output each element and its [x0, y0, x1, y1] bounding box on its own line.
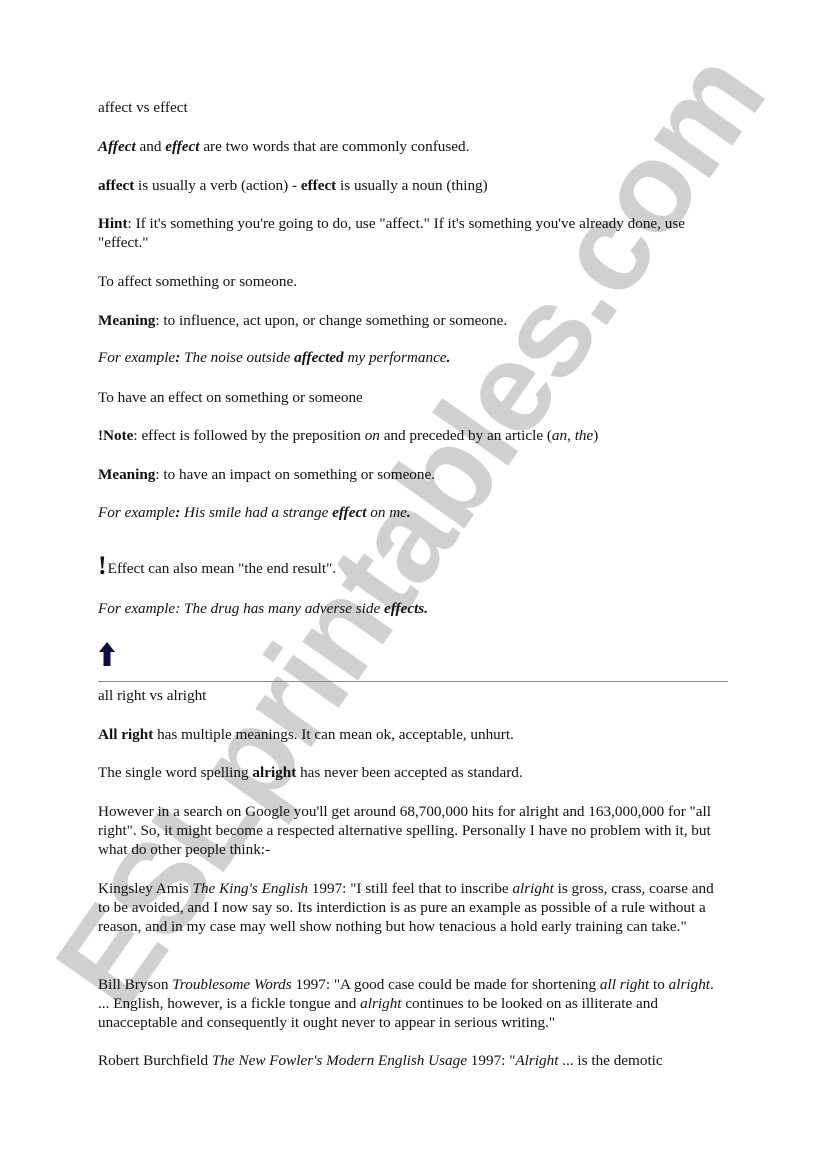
- term: all right: [599, 976, 650, 993]
- quote-burchfield: Robert Burchfield The New Fowler's Moder…: [98, 1051, 728, 1070]
- book-title: The King's English: [192, 880, 308, 897]
- text: 1997: ": [467, 1052, 516, 1069]
- example-lead: For example: [98, 600, 176, 617]
- text: and preceded by an article (: [379, 427, 552, 444]
- text: ): [593, 427, 599, 444]
- term: alright: [512, 880, 554, 897]
- book-title: The New Fowler's Modern English Usage: [211, 1052, 467, 1069]
- section-divider: [98, 681, 728, 682]
- term-on: on: [364, 427, 380, 444]
- meaning-effect: Meaning: to have an impact on something …: [98, 465, 728, 484]
- text: The noise outside: [180, 349, 295, 366]
- term: alright: [360, 995, 402, 1012]
- text: 1997: "I still feel that to inscribe: [308, 880, 513, 897]
- alright-standard: The single word spelling alright has nev…: [98, 763, 728, 782]
- term-affect: affect: [98, 177, 135, 194]
- text: : effect is followed by the preposition: [133, 427, 365, 444]
- hint-label: Hint: [98, 215, 128, 232]
- quote-bryson: Bill Bryson Troublesome Words 1997: "A g…: [98, 975, 728, 1032]
- text: my performance: [343, 349, 447, 366]
- all-right-meanings: All right has multiple meanings. It can …: [98, 725, 728, 744]
- text: and: [135, 138, 166, 155]
- hint-text: : If it's something you're going to do, …: [98, 215, 686, 251]
- term: alright: [668, 976, 711, 993]
- text: is usually a verb (action) -: [134, 177, 301, 194]
- text: 1997: "A good case could be made for sho…: [291, 976, 600, 993]
- term-effect: effect: [165, 138, 200, 155]
- example-effect: For example: His smile had a strange eff…: [98, 503, 728, 522]
- period: .: [424, 600, 428, 617]
- period: .: [446, 349, 451, 366]
- hint-paragraph: Hint: If it's something you're going to …: [98, 214, 728, 252]
- term-the: the: [574, 427, 594, 444]
- term-alright: alright: [252, 764, 297, 781]
- up-arrow-icon[interactable]: [98, 641, 116, 667]
- text: The single word spelling: [98, 764, 253, 781]
- text: has never been accepted as standard.: [296, 764, 523, 781]
- author: Bill Bryson: [98, 976, 173, 993]
- text: has multiple meanings. It can mean ok, a…: [153, 726, 514, 743]
- example-keyword: affected: [294, 349, 344, 366]
- meaning-label: Meaning: [98, 466, 156, 483]
- example-keyword: effect: [332, 504, 367, 521]
- note-label: !Note: [98, 427, 134, 444]
- text: ,: [567, 427, 575, 444]
- text: on me: [366, 504, 407, 521]
- effect-definition: To have an effect on something or someon…: [98, 389, 363, 406]
- example-end-result: For example: The drug has many adverse s…: [98, 599, 728, 618]
- example-lead: For example: [98, 504, 176, 521]
- meaning-label: Meaning: [98, 312, 156, 329]
- meaning-affect: Meaning: to influence, act upon, or chan…: [98, 311, 728, 330]
- text: are two words that are commonly confused…: [199, 138, 470, 155]
- section-title-all-right: all right vs alright: [98, 687, 207, 704]
- end-result-paragraph: !Effect can also mean "the end result".: [98, 553, 728, 579]
- meaning-text: : to have an impact on something or some…: [155, 466, 436, 483]
- google-paragraph: However in a search on Google you'll get…: [98, 803, 711, 858]
- term-all-right: All right: [98, 726, 154, 743]
- quote-amis: Kingsley Amis The King's English 1997: "…: [98, 879, 728, 936]
- term: Alright: [515, 1052, 559, 1069]
- affect-definition: To affect something or someone.: [98, 273, 297, 290]
- exclamation-icon: !: [98, 551, 107, 580]
- text: His smile had a strange: [180, 504, 333, 521]
- part-of-speech-paragraph: affect is usually a verb (action) - effe…: [98, 176, 728, 195]
- period: .: [406, 504, 411, 521]
- text: Effect can also mean "the end result".: [107, 560, 337, 577]
- example-affect: For example: The noise outside affected …: [98, 348, 728, 367]
- section-title-affect-effect: affect vs effect: [98, 99, 188, 116]
- book-title: Troublesome Words: [172, 976, 292, 993]
- example-lead: For example: [98, 349, 176, 366]
- text: is usually a noun (thing): [336, 177, 488, 194]
- term-effect: effect: [300, 177, 337, 194]
- text: The drug has many adverse side: [180, 600, 384, 617]
- term-affect: Affect: [98, 138, 136, 155]
- text: to: [649, 976, 669, 993]
- meaning-text: : to influence, act upon, or change some…: [155, 312, 508, 329]
- text: ... is the demotic: [558, 1052, 663, 1069]
- author: Kingsley Amis: [98, 880, 193, 897]
- intro-paragraph: Affect and effect are two words that are…: [98, 137, 728, 156]
- note-paragraph: !Note: effect is followed by the preposi…: [98, 426, 728, 445]
- term-an: an: [551, 427, 568, 444]
- example-keyword: effects: [384, 600, 425, 617]
- author: Robert Burchfield: [98, 1052, 212, 1069]
